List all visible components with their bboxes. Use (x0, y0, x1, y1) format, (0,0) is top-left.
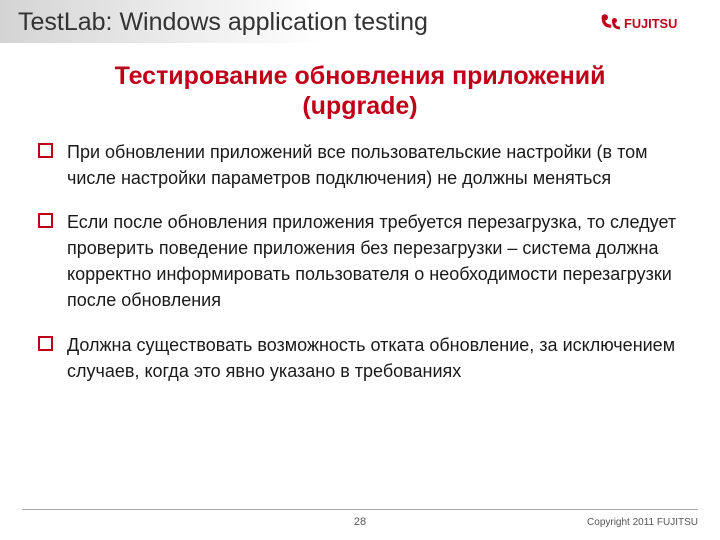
page-number: 28 (142, 516, 578, 528)
copyright-text: Copyright 2011 FUJITSU (578, 517, 698, 528)
header-bar: TestLab: Windows application testing FUJ… (0, 0, 720, 43)
subtitle-line-2: (upgrade) (302, 92, 417, 120)
square-bullet-icon (38, 336, 53, 351)
slide: TestLab: Windows application testing FUJ… (0, 0, 720, 540)
list-item: Должна существовать возможность отката о… (38, 332, 682, 384)
slide-body: При обновлении приложений все пользовате… (0, 139, 720, 540)
square-bullet-icon (38, 213, 53, 228)
square-bullet-icon (38, 143, 53, 158)
bullet-list: При обновлении приложений все пользовате… (38, 139, 682, 384)
slide-subtitle: Тестирование обновления приложений (upgr… (40, 61, 680, 121)
bullet-text: Должна существовать возможность отката о… (67, 332, 682, 384)
header-title: TestLab: Windows application testing (18, 8, 428, 37)
footer-divider (22, 509, 698, 510)
bullet-text: При обновлении приложений все пользовате… (67, 139, 682, 191)
bullet-text: Если после обновления приложения требует… (67, 209, 682, 313)
svg-text:FUJITSU: FUJITSU (624, 15, 677, 30)
list-item: Если после обновления приложения требует… (38, 209, 682, 313)
list-item: При обновлении приложений все пользовате… (38, 139, 682, 191)
footer: 28 Copyright 2011 FUJITSU (0, 509, 720, 528)
footer-row: 28 Copyright 2011 FUJITSU (22, 516, 698, 528)
fujitsu-logo-icon: FUJITSU (600, 13, 696, 33)
fujitsu-logo: FUJITSU (600, 13, 696, 33)
subtitle-line-1: Тестирование обновления приложений (115, 62, 606, 90)
